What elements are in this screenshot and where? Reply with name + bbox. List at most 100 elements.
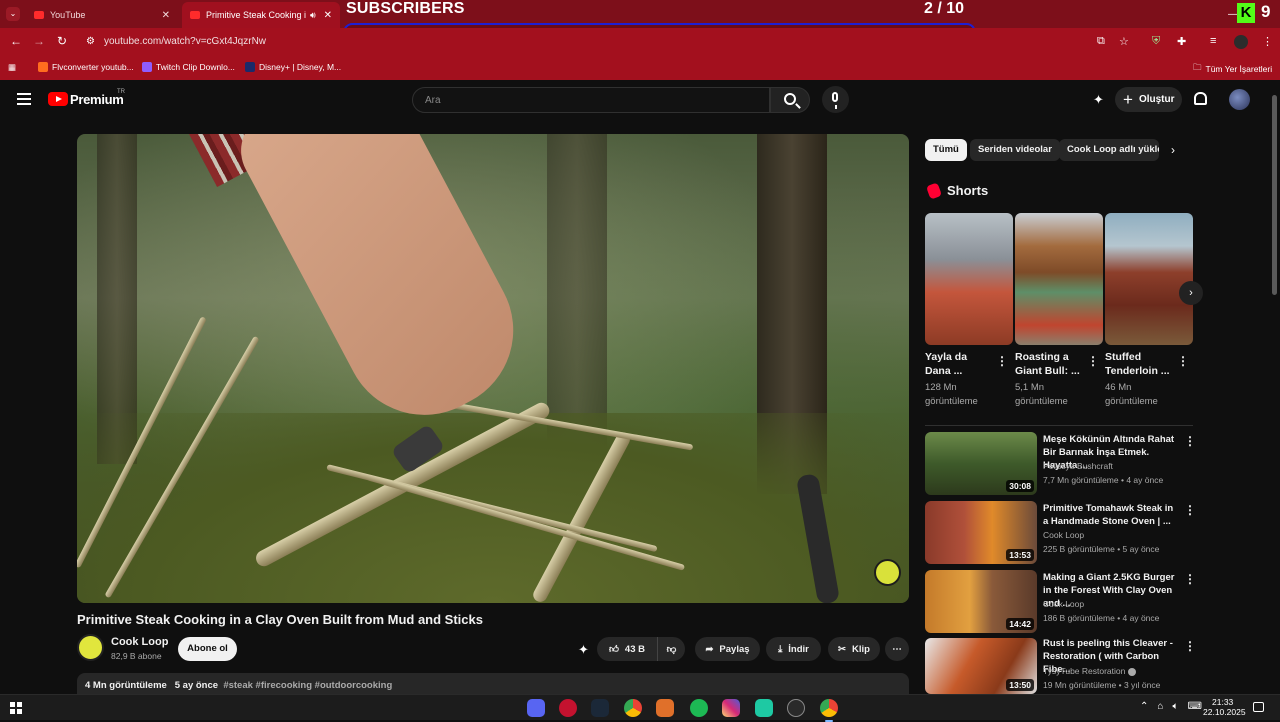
video-thumbnail[interactable]: 13:50 xyxy=(925,638,1037,694)
channel-name[interactable]: Cook Loop xyxy=(111,636,168,648)
search-button[interactable] xyxy=(770,87,810,113)
clip-button[interactable]: ✂ Klip xyxy=(828,637,880,661)
media-player-app-icon[interactable] xyxy=(559,699,577,717)
language-icon[interactable]: ⌨ xyxy=(1187,701,1201,712)
hamburger-menu-icon[interactable] xyxy=(17,93,31,105)
thumbs-down-icon: 👎︎ xyxy=(666,644,677,655)
channel-name[interactable]: Cook Loop xyxy=(1043,599,1084,609)
more-vert-icon[interactable]: ⋮ xyxy=(1184,639,1196,653)
short-title[interactable]: Stuffed Tenderloin ... xyxy=(1105,350,1175,378)
network-icon[interactable]: ⌂ xyxy=(1157,701,1163,712)
notification-center-icon[interactable] xyxy=(1253,702,1264,712)
page-scrollbar[interactable] xyxy=(1272,95,1277,295)
url-field[interactable]: youtube.com/watch?v=cGxt4JqzrNw xyxy=(104,36,266,47)
forward-arrow-icon[interactable]: → xyxy=(33,34,45,48)
user-avatar[interactable] xyxy=(1229,89,1250,110)
notifications-bell-icon[interactable] xyxy=(1194,92,1207,105)
site-info-icon[interactable]: ⚙︎ xyxy=(86,36,95,47)
channel-avatar[interactable] xyxy=(77,634,104,661)
more-vert-icon[interactable]: ⋮ xyxy=(1087,354,1099,368)
create-button[interactable]: + Oluştur xyxy=(1115,87,1182,112)
dislike-button[interactable]: 👎︎ xyxy=(657,637,685,661)
video-thumbnail[interactable]: 13:53 xyxy=(925,501,1037,564)
reload-icon[interactable]: ↻ xyxy=(57,34,67,48)
install-app-icon[interactable]: ⧉ xyxy=(1097,35,1105,48)
bookmark-item[interactable]: Disney+ | Disney, M... xyxy=(245,62,341,72)
short-thumbnail[interactable] xyxy=(1105,213,1193,345)
channel-name[interactable]: Cook Loop xyxy=(1043,530,1084,540)
all-bookmarks-folder[interactable]: 🗀︎ Tüm Yer İşaretleri xyxy=(1193,62,1272,76)
ai-sparkle-icon[interactable]: ✦ xyxy=(1093,92,1104,108)
thumbs-up-icon: 👍︎ xyxy=(608,644,619,655)
app-icon[interactable] xyxy=(656,699,674,717)
clock-time[interactable]: 21:33 xyxy=(1212,697,1233,707)
extensions-puzzle-icon[interactable]: ✚ xyxy=(1177,35,1186,48)
video-title[interactable]: Primitive Tomahawk Steak in a Handmade S… xyxy=(1043,502,1178,528)
speaker-icon[interactable]: 🔊︎ xyxy=(310,10,316,21)
address-bar-row: ← → ↻ ⚙︎ youtube.com/watch?v=cGxt4JqzrNw… xyxy=(0,28,1280,56)
close-tab-icon[interactable]: ✕ xyxy=(324,10,332,21)
share-button[interactable]: ➦ Paylaş xyxy=(695,637,760,661)
tab-youtube[interactable]: YouTube ✕ xyxy=(26,2,178,28)
bookmark-star-icon[interactable]: ☆ xyxy=(1119,35,1129,48)
youtube-logo-icon[interactable] xyxy=(48,92,68,106)
extension-shield-icon[interactable]: ⛨ xyxy=(1152,35,1160,48)
channel-name[interactable]: Polissya Bushcraft xyxy=(1043,461,1113,471)
tab-search-button[interactable]: ⌄ xyxy=(6,7,20,21)
spotify-app-icon[interactable] xyxy=(690,699,708,717)
channel-name[interactable]: TysyTube Restoration xyxy=(1043,666,1137,676)
windows-taskbar: ⌃ ⌂ 🔈︎ ⌨ 21:33 22.10.2025 xyxy=(0,694,1280,722)
tab-current-video[interactable]: Primitive Steak Cooking in a 🔊︎ ✕ xyxy=(182,2,340,28)
short-thumbnail[interactable] xyxy=(925,213,1013,345)
close-tab-icon[interactable]: ✕ xyxy=(162,10,170,21)
video-title: Primitive Steak Cooking in a Clay Oven B… xyxy=(77,612,483,627)
more-vert-icon[interactable]: ⋮ xyxy=(1184,503,1196,517)
short-title[interactable]: Yayla da Dana ... xyxy=(925,350,995,378)
shorts-next-button[interactable]: › xyxy=(1179,281,1203,305)
chevron-right-icon[interactable]: › xyxy=(1171,143,1175,157)
chrome-app-icon[interactable] xyxy=(624,699,642,717)
shorts-heading: Shorts xyxy=(947,183,989,198)
download-button[interactable]: ⤓ İndir xyxy=(766,637,821,661)
back-arrow-icon[interactable]: ← xyxy=(10,34,22,48)
volume-icon[interactable]: 🔈︎ xyxy=(1172,701,1178,712)
channel-watermark-logo[interactable] xyxy=(874,559,901,586)
short-thumbnail[interactable] xyxy=(1015,213,1103,345)
more-vert-icon[interactable]: ⋮ xyxy=(996,354,1008,368)
youtube-premium-label[interactable]: Premium xyxy=(70,92,124,107)
more-vert-icon[interactable]: ⋮ xyxy=(1184,434,1196,448)
obs-app-icon[interactable] xyxy=(787,699,805,717)
more-actions-button[interactable]: ⋯ xyxy=(885,637,909,661)
more-vert-icon[interactable]: ⋮ xyxy=(1184,572,1196,586)
chrome-active-app-icon[interactable] xyxy=(820,699,838,722)
bookmark-item[interactable]: Flvconverter youtub... xyxy=(38,62,134,72)
media-controls-icon[interactable]: ≡ xyxy=(1210,35,1216,47)
verified-badge-icon xyxy=(1128,667,1137,676)
windows-start-icon[interactable] xyxy=(10,702,22,714)
chevron-up-icon[interactable]: ⌃ xyxy=(1140,701,1148,712)
bookmark-item[interactable]: Twitch Clip Downlo... xyxy=(142,62,235,72)
profile-avatar-icon[interactable] xyxy=(1234,35,1248,49)
tab-title: Primitive Steak Cooking in a xyxy=(206,10,306,20)
discord-app-icon[interactable] xyxy=(527,699,545,717)
steam-app-icon[interactable] xyxy=(591,699,609,717)
more-vert-icon[interactable]: ⋮ xyxy=(1177,354,1189,368)
video-thumbnail[interactable]: 14:42 xyxy=(925,570,1037,633)
short-title[interactable]: Roasting a Giant Bull: ... xyxy=(1015,350,1085,378)
voice-search-button[interactable] xyxy=(822,86,849,113)
search-input[interactable]: Ara xyxy=(412,87,770,113)
hashtags[interactable]: #steak #firecooking #outdoorcooking xyxy=(223,680,392,691)
instagram-app-icon[interactable] xyxy=(722,699,740,717)
chip-series[interactable]: Seriden videolar xyxy=(970,139,1060,161)
chip-all[interactable]: Tümü xyxy=(925,139,967,161)
ask-ai-icon[interactable]: ✦ xyxy=(578,642,589,658)
browser-menu-icon[interactable]: ⋮ xyxy=(1262,35,1273,48)
subscribe-button[interactable]: Abone ol xyxy=(178,637,237,661)
video-player[interactable] xyxy=(77,134,909,603)
chip-uploader[interactable]: Cook Loop adlı yükleyiciden xyxy=(1059,139,1159,161)
like-button[interactable]: 👍︎ 43 B xyxy=(597,637,657,661)
apps-grid-icon[interactable]: ▦ xyxy=(8,62,16,73)
app-icon[interactable] xyxy=(755,699,773,717)
video-thumbnail[interactable]: 30:08 xyxy=(925,432,1037,495)
clock-date[interactable]: 22.10.2025 xyxy=(1203,707,1246,717)
